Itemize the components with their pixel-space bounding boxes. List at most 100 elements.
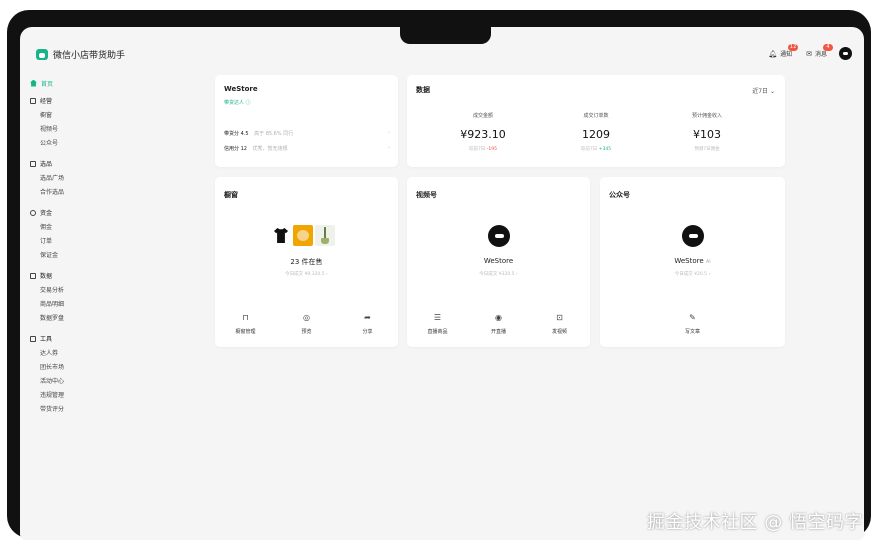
sidebar-group-funds: 资金 佣金 订单 保证金 [30,208,180,263]
sidebar-group-title[interactable]: 经营 [30,96,180,105]
metric-label: 预计佣金收入 [691,113,722,119]
chevron-right-icon: › [388,145,390,151]
metric-sub: 较前7日 -195 [468,147,498,152]
showcase-manage-button[interactable]: ⊓ 橱窗管理 [218,313,274,335]
sidebar-item-official-account[interactable]: 公众号 [30,137,180,151]
product-thumbnail[interactable] [315,225,335,246]
chevron-right-icon: › [388,130,390,136]
list-icon: ☰ [433,313,442,322]
laptop-frame: 微信小店带货助手 🔔︎ 通知 12 ✉︎ 消息 4 首页 经营 橱窗 视频号 公… [7,10,871,540]
sidebar-group-data: 数据 交易分析 商品明细 数据罗盘 [30,271,180,326]
sidebar-item-deposit[interactable]: 保证金 [30,249,180,263]
channel-today-sales-link[interactable]: 今日成交 ¥320.5 › [407,271,590,277]
sidebar-group-title[interactable]: 资金 [30,208,180,217]
camera-icon: ⊡ [556,313,563,322]
home-icon [30,79,37,87]
live-products-button[interactable]: ☰ 直播商品 [410,313,466,335]
channel-avatar[interactable] [487,225,510,247]
metric-value: ¥103 [693,128,721,141]
metric-sub: 较前7日 +345 [580,147,612,152]
watermark: 掘金技术社区 @ 悟空码字 [647,512,863,533]
sidebar-item-orders[interactable]: 订单 [30,235,180,249]
channel-name: WeStore [483,257,514,265]
post-video-button[interactable]: ⊡ 发视频 [532,313,588,335]
edit-icon: ✎ [689,313,696,322]
sidebar-group-operations: 经营 橱窗 视频号 公众号 [30,96,180,151]
bell-icon: 🔔︎ [768,49,778,58]
showcase-card: 橱窗 23 件在售 今日成交 ¥9,320.5 › ⊓ 橱窗管理 ◎ 预览 ➦ [215,177,398,347]
today-sales-link[interactable]: 今日成交 ¥9,320.5 › [215,271,398,277]
coin-icon [30,209,36,216]
sidebar-item-leader-market[interactable]: 团长市场 [30,361,180,375]
messages-badge: 4 [823,44,833,51]
sidebar-home-label: 首页 [41,80,54,88]
metric-value: ¥923.10 [460,128,506,141]
camera-notch [400,20,491,44]
app-screen: 微信小店带货助手 🔔︎ 通知 12 ✉︎ 消息 4 首页 经营 橱窗 视频号 公… [20,27,864,540]
chart-icon [30,272,36,279]
eye-icon: ◎ [303,313,310,322]
sidebar-group-selection: 选品 选品广场 合作选品 [30,159,180,200]
sidebar-item-selection-plaza[interactable]: 选品广场 [30,172,180,186]
selling-score-hint: 高于 85.6% 同行 [254,131,294,137]
metric-sub: 预测7日佣金 [694,147,720,152]
product-thumbnail[interactable] [271,225,291,246]
share-button[interactable]: ➦ 分享 [340,313,396,335]
bag-icon [30,160,36,167]
sidebar-item-violations[interactable]: 违规管理 [30,389,180,403]
messages-button[interactable]: ✉︎ 消息 4 [806,44,833,58]
sidebar-group-title[interactable]: 工具 [30,334,180,343]
sidebar-item-product-details[interactable]: 商品明细 [30,298,180,312]
notifications-button[interactable]: 🔔︎ 通知 12 [768,44,799,58]
period-select[interactable]: 近7日 ⌄ [752,86,775,95]
sidebar-item-activity-center[interactable]: 活动中心 [30,375,180,389]
showcase-actions: ⊓ 橱窗管理 ◎ 预览 ➦ 分享 [215,313,398,335]
sidebar-group-title[interactable]: 数据 [30,271,180,280]
metric-commission: 预计佣金收入 ¥103 预测7日佣金 [647,112,767,152]
share-icon: ➦ [364,313,371,322]
products-on-sale: 23 件在售 [290,258,323,266]
grid-icon [30,97,36,104]
store-name: WeStore [224,85,258,93]
app-title: 微信小店带货助手 [53,51,126,61]
bag-icon: ⊓ [242,313,249,322]
product-thumbnail[interactable] [293,225,313,246]
sidebar-item-selling-score[interactable]: 带货评分 [30,403,180,417]
official-actions: ✎ 写文章 [600,313,785,335]
user-avatar[interactable] [839,47,852,60]
official-account-avatar[interactable] [681,225,704,247]
sidebar-group-title[interactable]: 选品 [30,159,180,168]
sidebar-item-commission[interactable]: 佣金 [30,221,180,235]
app-logo-icon [36,49,48,60]
selling-score-label: 带货分 4.5 [224,131,249,137]
write-article-button[interactable]: ✎ 写文章 [665,313,721,335]
official-account-card: 公众号 WeStore Ai 今日成交 ¥20.5 › ✎ 写文章 [600,177,785,347]
channels-title: 视频号 [416,191,437,199]
sidebar-item-data-compass[interactable]: 数据罗盘 [30,312,180,326]
metric-label: 成交订单数 [583,113,609,119]
channels-actions: ☰ 直播商品 ◉ 开直播 ⊡ 发视频 [407,313,590,335]
sidebar: 首页 经营 橱窗 视频号 公众号 选品 选品广场 合作选品 资金 佣金 订单 保… [30,79,180,425]
official-today-sales-link[interactable]: 今日成交 ¥20.5 › [600,271,785,277]
official-account-title: 公众号 [609,191,630,199]
info-icon: ⓘ [245,100,251,106]
selling-score-row[interactable]: 带货分 4.5 高于 85.6% 同行 › [224,130,390,137]
chevron-down-icon: ⌄ [769,88,775,95]
preview-button[interactable]: ◎ 预览 [279,313,335,335]
sidebar-item-home[interactable]: 首页 [30,79,180,88]
sidebar-item-trade-analysis[interactable]: 交易分析 [30,284,180,298]
sidebar-item-talent-coupon[interactable]: 达人券 [30,347,180,361]
product-thumbnails[interactable] [271,225,335,246]
top-right-actions: 🔔︎ 通知 12 ✉︎ 消息 4 [768,44,852,60]
data-card-title: 数据 [416,86,430,94]
sidebar-item-showcase[interactable]: 橱窗 [30,109,180,123]
toolbox-icon [30,335,36,342]
sidebar-item-cooperation[interactable]: 合作选品 [30,186,180,200]
metric-label: 成交金额 [472,113,493,119]
metric-orders: 成交订单数 1209 较前7日 +345 [536,112,656,152]
start-live-button[interactable]: ◉ 开直播 [471,313,527,335]
store-card: WeStore 带货达人 ⓘ 带货分 4.5 高于 85.6% 同行 › 信用分… [215,75,398,167]
official-account-name: WeStore Ai [674,257,711,265]
sidebar-item-channels[interactable]: 视频号 [30,123,180,137]
credit-score-row[interactable]: 信用分 12 优秀，暂无违规 › [224,145,390,152]
